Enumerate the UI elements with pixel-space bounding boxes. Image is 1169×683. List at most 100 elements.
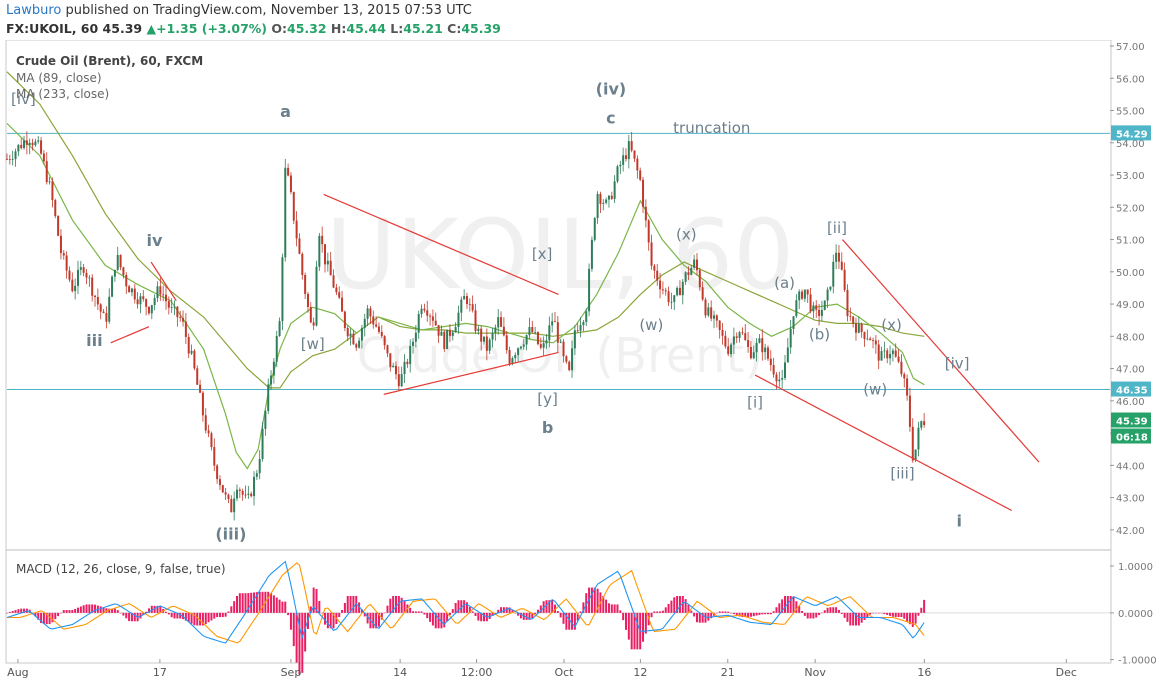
- candle-body: [528, 326, 531, 336]
- candle-body: [710, 307, 713, 319]
- macd-hist-bar: [693, 612, 696, 617]
- candle-body: [281, 257, 284, 322]
- candle-body: [727, 346, 730, 355]
- candle-body: [497, 317, 500, 328]
- macd-hist-bar: [920, 607, 923, 613]
- price-axis[interactable]: 57.00 56.00 55.00 54.00 53.00 52.00 51.00 50.00…: [1110, 42, 1145, 537]
- macd-hist-bar: [613, 604, 616, 613]
- price-change: +1.35 (+3.07%): [156, 21, 268, 36]
- candle-body: [562, 341, 565, 357]
- candle-body: [724, 335, 727, 347]
- candle-body: [642, 179, 645, 207]
- candle-body: [752, 352, 755, 359]
- macd-hist-bar: [889, 612, 892, 616]
- candle-body: [96, 296, 99, 305]
- macd-hist-bar: [869, 612, 872, 615]
- candle-body: [840, 261, 843, 270]
- price-chart[interactable]: UKOIL, 60 Crude Oil (Brent) [iv] iii iv (ii…: [0, 40, 1169, 683]
- candle-body: [420, 308, 423, 315]
- candle-body: [253, 476, 256, 497]
- price-tick-label: 47.00: [1116, 365, 1145, 376]
- candle-body: [360, 327, 363, 341]
- macd-tick-label: 0.0000: [1118, 609, 1153, 620]
- candle-body: [28, 142, 31, 145]
- candle-body: [201, 392, 204, 416]
- candle-body: [417, 314, 420, 333]
- macd-hist-bar: [766, 612, 769, 615]
- time-tick-label: 17: [153, 666, 167, 679]
- candle-body: [179, 317, 182, 319]
- candle-body: [772, 365, 775, 375]
- price-tag-label: 46.35: [1116, 386, 1148, 397]
- candle-body: [423, 308, 426, 311]
- candle-body: [863, 332, 866, 339]
- candle-body: [150, 305, 153, 314]
- candle-body: [79, 267, 82, 270]
- macd-hist-bar: [903, 612, 906, 619]
- macd-hist-bar: [76, 607, 79, 613]
- macd-hist-bar: [292, 612, 295, 647]
- macd-hist-bar: [627, 612, 630, 640]
- candle-body: [139, 296, 142, 305]
- macd-hist-bar: [624, 612, 627, 630]
- price-tick-label: 43.00: [1116, 494, 1145, 505]
- candle-body: [818, 309, 821, 316]
- macd-hist-bar: [343, 602, 346, 613]
- macd-axis[interactable]: 1.0000 0.0000 -1.0000: [1110, 562, 1157, 667]
- wave-label: (w): [863, 380, 887, 398]
- macd-hist-bar: [678, 596, 681, 613]
- candle-body: [554, 321, 557, 323]
- macd-hist-bar: [559, 612, 562, 618]
- candle-body: [670, 301, 673, 303]
- candle-body: [261, 428, 264, 460]
- candle-body: [602, 202, 605, 204]
- candle-body: [392, 365, 395, 368]
- macd-hist-bar: [684, 599, 687, 613]
- candle-body: [409, 345, 412, 365]
- price-tick-label: 53.00: [1116, 171, 1145, 182]
- candle-body: [176, 306, 179, 318]
- candle-body: [306, 293, 309, 307]
- macd-hist-bar: [730, 612, 733, 614]
- macd-hist-bar: [630, 612, 633, 650]
- candle-body: [457, 312, 460, 328]
- macd-hist-bar: [653, 611, 656, 613]
- macd-hist-bar: [877, 612, 880, 614]
- candle-body: [54, 199, 57, 217]
- candle-body: [650, 242, 653, 266]
- author-name[interactable]: Lawburo: [6, 3, 61, 18]
- wave-label: [ii]: [827, 219, 847, 237]
- candle-body: [542, 343, 545, 348]
- candle-body: [321, 235, 324, 245]
- candle-body: [693, 259, 696, 268]
- candle-body: [741, 332, 744, 334]
- candle-body: [789, 328, 792, 348]
- macd-hist-bar: [914, 612, 917, 624]
- candle-body: [375, 324, 378, 327]
- macd-hist-bar: [94, 604, 97, 613]
- candle-body: [355, 344, 358, 348]
- macd-hist-bar: [721, 611, 724, 613]
- candle-body: [764, 347, 767, 353]
- published-text: published on TradingView.com, November 1…: [65, 3, 472, 18]
- macd-hist-bar: [431, 612, 434, 626]
- candle-body: [502, 326, 505, 336]
- macd-hist-bar: [715, 612, 718, 614]
- macd-hist-bar: [417, 611, 420, 613]
- candle-body: [735, 336, 738, 338]
- candle-body: [443, 331, 446, 349]
- wave-label: (iii): [215, 525, 246, 544]
- candle-body: [522, 344, 525, 347]
- macd-hist-bar: [463, 600, 466, 613]
- low-value: 45.21: [403, 21, 443, 36]
- macd-hist-bar: [412, 611, 415, 613]
- candle-body: [287, 167, 290, 176]
- macd-hist-bar: [820, 612, 823, 614]
- candle-body: [380, 331, 383, 337]
- candle-body: [917, 427, 920, 450]
- wave-label: b: [542, 418, 553, 437]
- candle-body: [173, 306, 176, 308]
- macd-hist-bar: [749, 612, 752, 617]
- candle-body: [272, 361, 275, 376]
- candle-body: [846, 289, 849, 317]
